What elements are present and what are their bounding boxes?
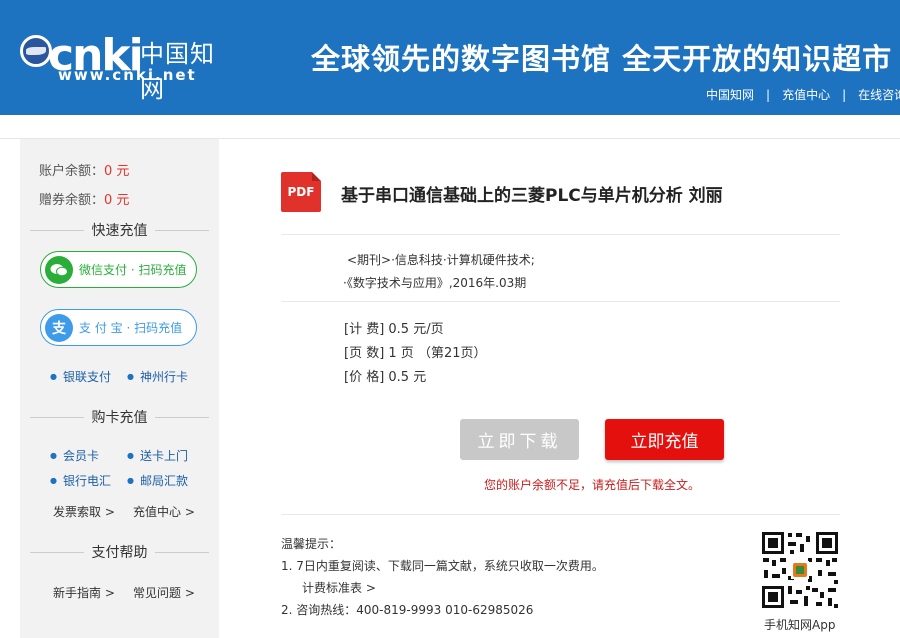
balance-value: 0 元 <box>104 164 130 179</box>
article-source: ·《数字技术与应用》,2016年.03期 <box>343 276 527 290</box>
balance-label: 账户余额： <box>39 164 105 179</box>
slogan: 全球领先的数字图书馆 全天开放的知识超市 <box>311 42 893 76</box>
recharge-button[interactable]: 立即充值 <box>605 419 724 460</box>
sidebar: 账户余额：0 元 赠券余额：0 元 快速充值 微信支付 · 扫码充值 支 支 付… <box>20 139 219 638</box>
alipay-button[interactable]: 支 支 付 宝 · 扫码充值 <box>40 309 197 346</box>
total-price: [价 格] 0.5 元 <box>344 370 427 385</box>
wechat-pay-button[interactable]: 微信支付 · 扫码充值 <box>40 251 197 288</box>
member-card-link[interactable]: 会员卡 <box>50 447 99 464</box>
logo-url: www.cnki.net <box>58 66 197 84</box>
tip-hotline: 2. 咨询热线：400-819-9993 010-62985026 <box>281 603 534 617</box>
tips-title: 温馨提示： <box>281 537 342 551</box>
alipay-icon: 支 <box>45 313 73 342</box>
shenzhouxing-link[interactable]: 神州行卡 <box>127 368 188 385</box>
price-per-page: [计 费] 0.5 元/页 <box>344 322 444 337</box>
divider <box>281 234 840 235</box>
mobile-app-label: 手机知网App <box>764 618 836 632</box>
download-button[interactable]: 立即下载 <box>460 419 579 460</box>
invoice-link[interactable]: 发票索取 > <box>53 503 115 520</box>
coupon-balance: 赠券余额：0 元 <box>39 189 129 208</box>
divider <box>281 301 840 302</box>
link-cnki-home[interactable]: 中国知网 <box>706 88 754 102</box>
beginner-guide-link[interactable]: 新手指南 > <box>53 584 115 601</box>
page-count: [页 数] 1 页 （第21页） <box>344 346 487 361</box>
charge-center-link[interactable]: 充值中心 > <box>133 503 195 520</box>
card-delivery-link[interactable]: 送卡上门 <box>127 447 188 464</box>
payment-help-title: 支付帮助 <box>30 542 209 562</box>
header: cnki 中国知网 www.cnki.net 全球领先的数字图书馆 全天开放的知… <box>0 0 900 115</box>
link-online-consult[interactable]: 在线咨询 <box>858 88 900 102</box>
wechat-pay-label: 微信支付 · 扫码充值 <box>79 263 187 277</box>
unionpay-link[interactable]: 银联支付 <box>50 368 111 385</box>
main-content: PDF 基于串口通信基础上的三菱PLC与单片机分析 刘丽 <期刊>·信息科技·计… <box>219 139 900 638</box>
coupon-value: 0 元 <box>104 193 130 208</box>
tip-repeat-download: 1. 7日内重复阅读、下载同一篇文献，系统只收取一次费用。 <box>281 559 604 573</box>
wechat-icon <box>45 255 73 284</box>
faq-link[interactable]: 常见问题 > <box>133 584 195 601</box>
account-balance: 账户余额：0 元 <box>39 160 129 179</box>
alipay-label: 支 付 宝 · 扫码充值 <box>79 321 183 335</box>
pdf-icon: PDF <box>281 172 321 212</box>
top-links: 中国知网|充值中心|在线咨询 <box>706 86 900 103</box>
insufficient-balance-warning: 您的账户余额不足，请充值后下载全文。 <box>484 478 701 492</box>
fee-standard-link[interactable]: 计费标准表 > <box>302 579 376 596</box>
divider <box>281 514 840 515</box>
coupon-label: 赠券余额： <box>39 193 105 208</box>
article-category: <期刊>·信息科技·计算机硬件技术; <box>347 253 535 267</box>
postal-remittance-link[interactable]: 邮局汇款 <box>127 472 188 489</box>
header-divider <box>0 115 900 139</box>
buy-card-title: 购卡充值 <box>30 407 209 427</box>
cnki-logo[interactable]: cnki 中国知网 www.cnki.net <box>18 28 228 103</box>
link-charge-center[interactable]: 充值中心 <box>782 88 830 102</box>
article-title[interactable]: 基于串口通信基础上的三菱PLC与单片机分析 刘丽 <box>341 181 723 206</box>
qr-code-icon <box>760 530 840 610</box>
bank-transfer-link[interactable]: 银行电汇 <box>50 472 111 489</box>
quick-charge-title: 快速充值 <box>30 220 209 240</box>
